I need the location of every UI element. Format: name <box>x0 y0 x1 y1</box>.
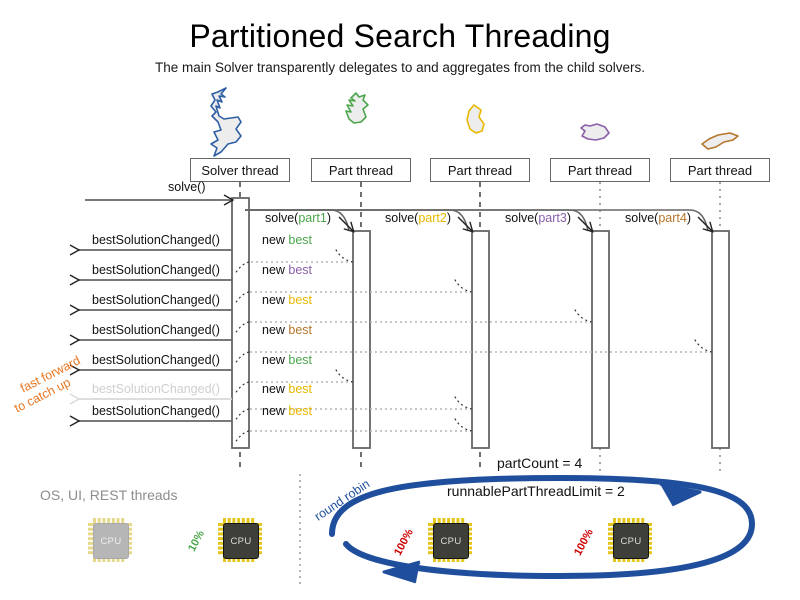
lifeline-header-part2[interactable]: Part thread <box>430 158 530 182</box>
label-solve-part2: solve(part2) <box>385 211 451 225</box>
new-best-label-0: new best <box>262 233 312 247</box>
lifeline-header-label: Part thread <box>447 162 513 178</box>
lifeline-header-label: Part thread <box>567 162 633 178</box>
cpu-label: CPU <box>230 535 252 547</box>
return-hook-0 <box>334 247 354 263</box>
callback-label-6: bestSolutionChanged() <box>92 404 220 418</box>
new-best-word: best <box>288 293 313 307</box>
act-part3 <box>591 230 610 449</box>
new-best-label-4: new best <box>262 353 312 367</box>
new-best-prefix: new <box>262 382 289 396</box>
callback-label-2: bestSolutionChanged() <box>92 293 220 307</box>
lifeline-header-part4[interactable]: Part thread <box>670 158 770 182</box>
call-suffix: ) <box>446 211 452 225</box>
cpu-label: CPU <box>440 535 462 547</box>
new-best-prefix: new <box>262 233 289 247</box>
callback-label-5: bestSolutionChanged() <box>92 382 220 396</box>
label-solve-part4: solve(part4) <box>625 211 691 225</box>
lifeline-header-label: Part thread <box>687 162 753 178</box>
return-hook-6 <box>453 416 473 432</box>
return-hook-3 <box>693 337 713 353</box>
lifeline-header-label: Part thread <box>328 162 394 178</box>
united-kingdom-map <box>210 87 242 157</box>
scotland-map <box>345 92 369 124</box>
callback-label-4: bestSolutionChanged() <box>92 353 220 367</box>
call-prefix: solve( <box>265 211 299 225</box>
label-solve-root: solve() <box>168 180 206 194</box>
call-arg: part3 <box>538 211 567 225</box>
call-prefix: solve( <box>625 211 659 225</box>
return-hook-2 <box>573 307 593 323</box>
call-prefix: solve( <box>505 211 539 225</box>
lifeline-header-part1[interactable]: Part thread <box>311 158 411 182</box>
act-part4 <box>711 230 730 449</box>
cpu-p1: CPU <box>428 518 472 562</box>
callback-label-0: bestSolutionChanged() <box>92 233 220 247</box>
new-best-word: best <box>288 404 313 418</box>
diagram-canvas: Partitioned Search Threading The main So… <box>0 0 800 600</box>
return-hook-1 <box>453 277 473 293</box>
cpu-body: CPU <box>433 523 469 559</box>
call-suffix: ) <box>686 211 692 225</box>
cpu-label: CPU <box>620 535 642 547</box>
cpu-p2: CPU <box>608 518 652 562</box>
new-best-word: best <box>288 263 313 277</box>
act-part1 <box>352 230 371 449</box>
north-england-map <box>580 123 610 141</box>
new-best-label-1: new best <box>262 263 312 277</box>
call-arg: part4 <box>658 211 687 225</box>
new-best-prefix: new <box>262 263 289 277</box>
lifeline-header-label: Solver thread <box>201 162 279 178</box>
new-best-prefix: new <box>262 353 289 367</box>
return-hook-5 <box>453 394 473 410</box>
runnable-part-thread-limit-label: runnablePartThreadLimit = 2 <box>447 483 625 499</box>
cpu-idle: CPU <box>88 518 132 562</box>
lifeline-header-part3[interactable]: Part thread <box>550 158 650 182</box>
os-threads-label: OS, UI, REST threads <box>40 487 178 503</box>
new-best-label-6: new best <box>262 404 312 418</box>
cpu-label: CPU <box>100 535 122 547</box>
new-best-label-2: new best <box>262 293 312 307</box>
south-england-map <box>701 132 739 150</box>
act-part2 <box>471 230 490 449</box>
act-solver <box>231 197 250 449</box>
cpu-body: CPU <box>93 523 129 559</box>
cpu-body: CPU <box>613 523 649 559</box>
label-solve-part1: solve(part1) <box>265 211 331 225</box>
call-suffix: ) <box>326 211 332 225</box>
call-arg: part1 <box>298 211 327 225</box>
new-best-word: best <box>288 233 313 247</box>
call-arg: part2 <box>418 211 447 225</box>
lifeline-header-solver[interactable]: Solver thread <box>190 158 290 182</box>
label-solve-part3: solve(part3) <box>505 211 571 225</box>
new-best-label-3: new best <box>262 323 312 337</box>
callback-label-3: bestSolutionChanged() <box>92 323 220 337</box>
wales-map <box>466 104 485 134</box>
call-suffix: ) <box>566 211 572 225</box>
call-prefix: solve( <box>385 211 419 225</box>
return-hook-4 <box>334 367 354 383</box>
cpu-os: CPU <box>218 518 262 562</box>
new-best-label-5: new best <box>262 382 312 396</box>
new-best-prefix: new <box>262 404 289 418</box>
part-count-label: partCount = 4 <box>497 455 583 471</box>
new-best-prefix: new <box>262 323 289 337</box>
new-best-prefix: new <box>262 293 289 307</box>
cpu-body: CPU <box>223 523 259 559</box>
callback-label-1: bestSolutionChanged() <box>92 263 220 277</box>
new-best-word: best <box>288 353 313 367</box>
map-thumbnails <box>210 87 739 157</box>
new-best-word: best <box>288 323 313 337</box>
new-best-word: best <box>288 382 313 396</box>
